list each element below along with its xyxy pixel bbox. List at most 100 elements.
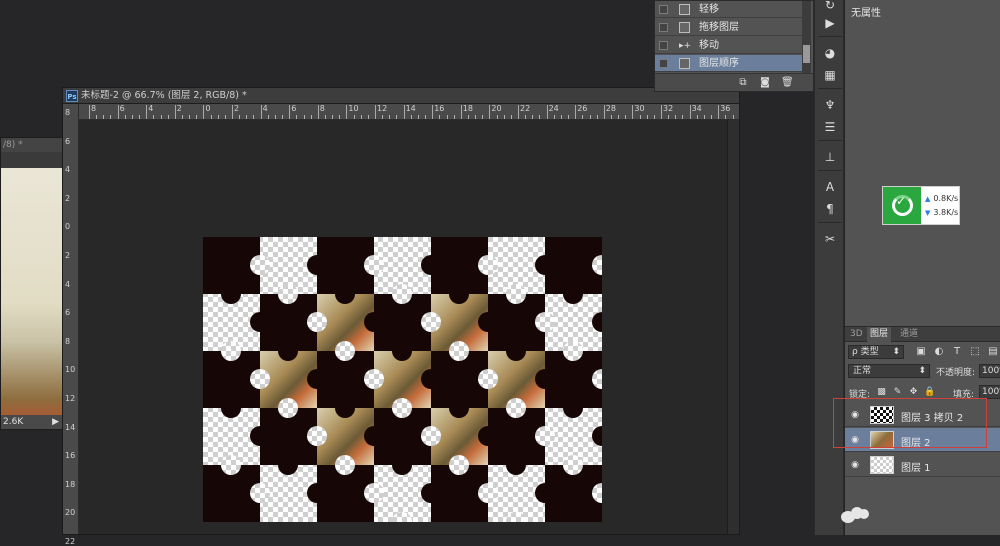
lock-transparent-icon[interactable]: ▩ (876, 386, 887, 398)
history-checkbox[interactable] (659, 23, 668, 32)
puzzle-knob (364, 426, 384, 446)
puzzle-knob (421, 369, 441, 389)
layer-row[interactable]: ◉ 图层 1 (845, 453, 1000, 477)
ruler-major-tick (203, 105, 205, 119)
ruler-number: 18 (462, 104, 473, 113)
history-checkbox[interactable] (659, 59, 668, 68)
tab-channels[interactable]: 通道 (897, 327, 921, 342)
paragraph-icon[interactable]: ¶ (820, 200, 840, 218)
scrollbar-thumb[interactable] (803, 45, 810, 63)
play-icon[interactable]: ▶ (820, 14, 840, 32)
download-speed: ▼ 3.8K/s (925, 208, 958, 217)
ruler-minor-tick (396, 115, 398, 119)
eye-icon[interactable]: ◉ (849, 460, 861, 470)
ruler-minor-tick (367, 115, 369, 119)
layer-filter-select[interactable]: ρ 类型 ⬍ (848, 345, 904, 359)
background-document-window[interactable]: /8) * 2.6K ▶ (0, 137, 64, 430)
history-item[interactable]: 拖移图层 (655, 19, 803, 36)
ruler-minor-tick (732, 115, 734, 119)
horizontal-ruler[interactable]: 8 6 4 2 0 2 4 6 8 10 12 14 16 18 20 22 24 26 28 30 32 34 36 (79, 104, 739, 120)
shape-filter-icon[interactable]: ⬚ (969, 345, 981, 358)
history-checkbox[interactable] (659, 5, 668, 14)
type-filter-icon[interactable]: T (951, 345, 963, 358)
history-scrollbar[interactable] (802, 1, 811, 73)
ruler-major-tick (718, 105, 720, 119)
puzzle-knob (278, 341, 298, 361)
puzzle-knob (421, 426, 441, 446)
brush-preset-icon[interactable]: ♆ (820, 96, 840, 114)
vertical-ruler[interactable]: 8 6 4 2 0 2 4 6 8 10 12 14 16 18 20 22 (63, 104, 79, 546)
trash-icon[interactable]: 🗑 (781, 77, 794, 88)
layer-filter-value: 类型 (860, 347, 879, 357)
grid-icon[interactable]: ▦ (820, 66, 840, 84)
fill-field[interactable]: 100% (979, 385, 1000, 399)
puzzle-knob (335, 284, 355, 304)
ruler-minor-tick (389, 115, 391, 119)
tab-layers[interactable]: 图层 (867, 327, 892, 342)
puzzle-knob (250, 426, 270, 446)
adjustment-filter-icon[interactable]: ◐ (933, 345, 945, 358)
history-checkbox[interactable] (659, 41, 668, 50)
puzzle-knob (506, 341, 526, 361)
blend-mode-select[interactable]: 正常 ⬍ (848, 364, 930, 378)
network-status-badge: ✓ (883, 187, 921, 224)
history-item[interactable]: 轻移 (655, 1, 803, 18)
puzzle-knob (506, 455, 526, 475)
new-document-from-state-icon[interactable]: ⧉ (737, 77, 749, 88)
puzzle-knob (392, 512, 412, 522)
document-canvas[interactable] (203, 237, 602, 522)
history-item[interactable]: ▸+ 移动 (655, 37, 803, 54)
ruler-number: 24 (548, 104, 559, 113)
ruler-minor-tick (446, 115, 448, 119)
puzzle-knob (478, 369, 498, 389)
layer-name[interactable]: 图层 1 (901, 459, 931, 474)
sliders-icon[interactable]: ☰ (820, 118, 840, 136)
ruler-number: 20 (65, 508, 76, 518)
ruler-number: 14 (405, 104, 416, 113)
lock-move-icon[interactable]: ✥ (908, 386, 919, 398)
document-icon (679, 22, 690, 33)
vertical-scrollbar[interactable] (727, 120, 739, 534)
snapshot-icon[interactable]: ◙ (759, 77, 771, 88)
history-icon[interactable]: ↻ (820, 0, 840, 14)
stamp-icon[interactable]: ⊥ (820, 148, 840, 166)
smart-object-filter-icon[interactable]: ▤ (987, 345, 999, 358)
tab-3d[interactable]: 3D (847, 327, 866, 342)
character-icon[interactable]: A (820, 178, 840, 196)
puzzle-knob (506, 284, 526, 304)
puzzle-knob (307, 483, 327, 503)
up-arrow-icon: ▲ (925, 195, 931, 203)
layers-panel-tabs: 3D 图层 通道 (845, 327, 1000, 342)
lock-all-icon[interactable]: 🔒 (924, 386, 935, 398)
ruler-minor-tick (711, 115, 713, 119)
ruler-minor-tick (360, 115, 362, 119)
opacity-field[interactable]: 100% (979, 364, 1000, 378)
ruler-number: 32 (663, 104, 674, 113)
status-arrow-icon[interactable]: ▶ (52, 415, 59, 429)
puzzle-knob (563, 398, 583, 418)
puzzle-knob (535, 255, 555, 275)
ruler-minor-tick (124, 115, 126, 119)
history-item-selected[interactable]: 图层顺序 (655, 55, 803, 72)
puzzle-knob (421, 255, 441, 275)
puzzle-knob (449, 455, 469, 475)
puzzle-knob (278, 512, 298, 522)
ruler-number: 12 (65, 394, 76, 403)
ruler-number: 10 (65, 365, 76, 375)
ruler-number: 22 (520, 104, 531, 113)
ruler-major-tick (689, 105, 691, 119)
network-speed-widget[interactable]: ✓ ▲ 0.8K/s ▼ 3.8K/s (882, 186, 960, 225)
ruler-minor-tick (282, 115, 284, 119)
puzzle-knob (392, 455, 412, 475)
ruler-major-tick (460, 105, 462, 119)
lock-brush-icon[interactable]: ✎ (892, 386, 903, 398)
ruler-minor-tick (496, 115, 498, 119)
pixel-filter-icon[interactable]: ▣ (915, 345, 927, 358)
palette-icon[interactable]: ◕ (820, 44, 840, 62)
ruler-minor-tick (103, 115, 105, 119)
puzzle-knob (364, 369, 384, 389)
document-tab[interactable]: Ps 未标题-2 @ 66.7% (图层 2, RGB/8) * (63, 88, 739, 104)
ruler-minor-tick (296, 115, 298, 119)
ruler-major-tick (89, 105, 90, 119)
tool-preset-icon[interactable]: ✂ (820, 230, 840, 248)
